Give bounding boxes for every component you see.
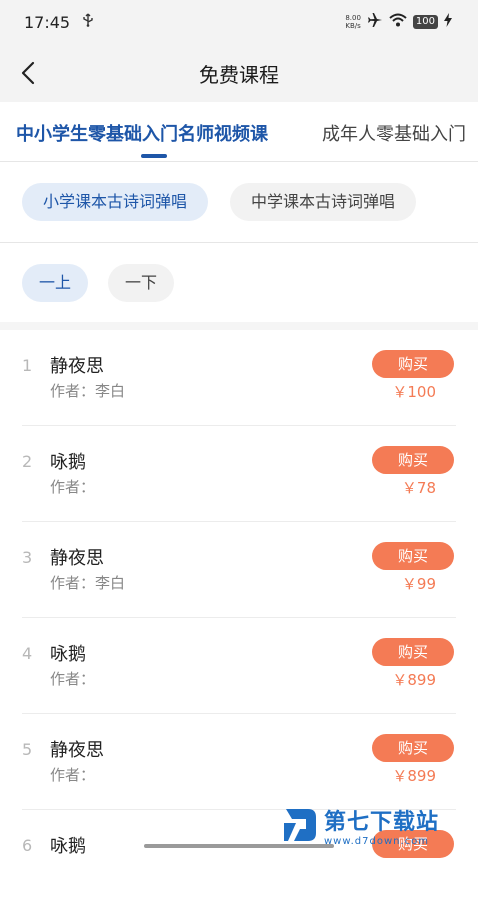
item-index: 6 [22, 836, 33, 855]
item-title: 咏鹅 [50, 452, 86, 473]
item-index: 1 [22, 356, 33, 375]
item-index: 5 [22, 740, 33, 759]
grade-chip-first-down[interactable]: 一下 [108, 264, 174, 302]
category-filter: 小学课本古诗词弹唱 中学课本古诗词弹唱 [0, 163, 478, 243]
item-author: 作者： [50, 766, 96, 784]
tab-adult[interactable]: 成年人零基础入门 [322, 120, 466, 146]
grade-chip-first-up[interactable]: 一上 [22, 264, 88, 302]
wifi-icon [389, 13, 407, 31]
list-item[interactable]: 1 静夜思 作者：李白 购买 ￥100 [22, 330, 456, 426]
grade-filter: 一上 一下 [0, 244, 478, 322]
net-speed: 8.00 KB/s [345, 14, 361, 30]
item-author: 作者： [50, 478, 96, 496]
section-divider [0, 322, 478, 330]
buy-button[interactable]: 购买 [372, 542, 454, 570]
item-author: 作者：李白 [50, 574, 126, 592]
usb-icon [82, 13, 94, 31]
back-button[interactable] [14, 58, 44, 88]
item-price: ￥899 [392, 671, 436, 689]
tab-indicator [141, 154, 167, 158]
watermark-url: www.d7down.com [324, 835, 430, 847]
net-speed-unit: KB/s [345, 22, 361, 30]
buy-button[interactable]: 购买 [372, 638, 454, 666]
status-icons: 8.00 KB/s 100 [345, 12, 452, 32]
item-price: ￥99 [401, 575, 436, 593]
item-title: 静夜思 [50, 740, 104, 761]
tab-primary-school[interactable]: 中小学生零基础入门名师视频课 [16, 120, 268, 146]
charging-icon [444, 13, 452, 31]
item-title: 静夜思 [50, 548, 104, 569]
nav-bar: 免费课程 [0, 44, 478, 102]
item-index: 2 [22, 452, 33, 471]
item-price: ￥899 [392, 767, 436, 785]
airplane-icon [367, 12, 383, 32]
list-item[interactable]: 2 咏鹅 作者： 购买 ￥78 [22, 426, 456, 522]
watermark-logo-icon [284, 809, 316, 841]
course-tabs: 中小学生零基础入门名师视频课 成年人零基础入门 [0, 102, 478, 162]
status-bar: 17:45 8.00 KB/s 100 [0, 0, 478, 44]
watermark-name: 第七下载站 [324, 809, 440, 835]
item-title: 咏鹅 [50, 836, 86, 857]
category-chip-middle[interactable]: 中学课本古诗词弹唱 [230, 183, 416, 221]
battery-icon: 100 [412, 15, 438, 29]
list-item[interactable]: 5 静夜思 作者： 购买 ￥899 [22, 714, 456, 810]
net-speed-value: 8.00 [345, 14, 361, 22]
list-item[interactable]: 4 咏鹅 作者： 购买 ￥899 [22, 618, 456, 714]
buy-button[interactable]: 购买 [372, 350, 454, 378]
item-author: 作者：李白 [50, 382, 126, 400]
item-author: 作者： [50, 670, 96, 688]
item-price: ￥100 [392, 383, 436, 401]
item-title: 咏鹅 [50, 644, 86, 665]
buy-button[interactable]: 购买 [372, 734, 454, 762]
buy-button[interactable]: 购买 [372, 446, 454, 474]
home-indicator[interactable] [144, 844, 334, 848]
item-index: 3 [22, 548, 33, 567]
item-price: ￥78 [401, 479, 436, 497]
list-item[interactable]: 3 静夜思 作者：李白 购买 ￥99 [22, 522, 456, 618]
status-time: 17:45 [24, 12, 71, 32]
chevron-left-icon [21, 61, 35, 85]
watermark: 第七下载站 www.d7down.com [282, 800, 478, 850]
item-index: 4 [22, 644, 33, 663]
category-chip-primary[interactable]: 小学课本古诗词弹唱 [22, 183, 208, 221]
item-title: 静夜思 [50, 356, 104, 377]
page-title: 免费课程 [199, 62, 279, 87]
